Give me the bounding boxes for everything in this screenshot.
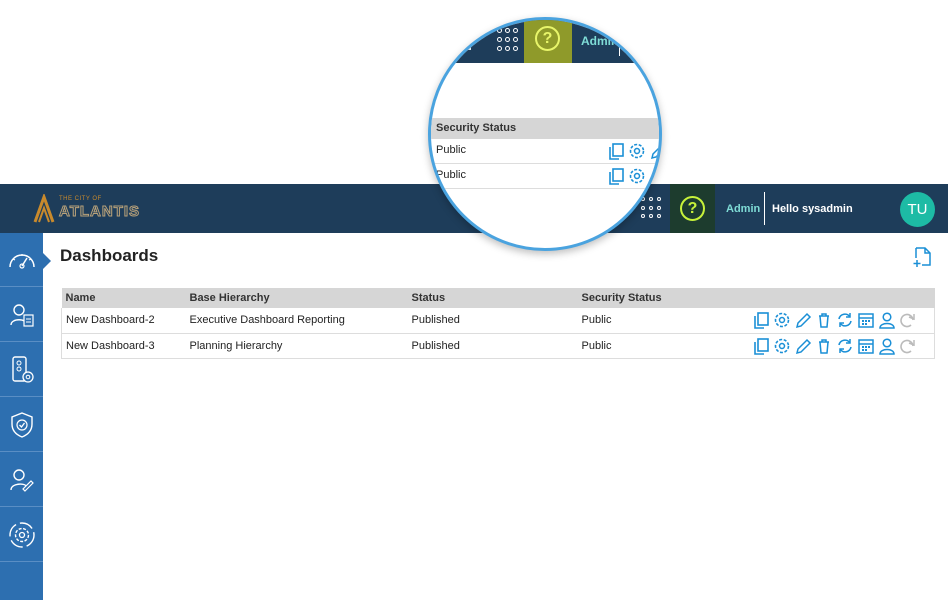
cell-actions [747,333,935,359]
shield-check-icon [10,411,33,438]
magnified-row: Public [431,164,659,189]
column-header-name[interactable]: Name [61,288,186,308]
copy-icon [607,167,625,185]
user-edit-icon [9,468,34,492]
column-header-status[interactable]: Status [407,288,578,308]
user-icon[interactable] [878,311,896,329]
copy-icon[interactable] [752,337,770,355]
magnified-row: Public [431,139,659,164]
avatar[interactable]: TU [900,192,935,227]
header-divider [764,192,765,225]
cell-status: Published [407,333,578,359]
column-header-actions [747,288,935,308]
copy-icon [607,142,625,160]
cell-name: New Dashboard-2 [61,308,186,334]
cell-security-status: Public [577,308,748,334]
magnified-help-button: ? [524,20,572,63]
user-icon[interactable] [878,337,896,355]
new-dashboard-button[interactable] [911,246,933,273]
copy-icon[interactable] [752,311,770,330]
magnified-column-header: Security Status [431,118,659,139]
redo-icon[interactable] [899,311,917,329]
refresh-icon[interactable] [836,311,854,329]
cell-actions [747,308,935,334]
cell-status: Published [407,308,578,334]
sidebar-item-devices[interactable] [0,343,43,397]
delete-icon[interactable] [815,337,833,355]
speedometer-icon [8,253,35,269]
city-logo[interactable]: THE CITY OF ATLANTIS [32,192,142,226]
magnifier-callout: ? Admin Security Status Public Public [428,17,662,251]
active-indicator [43,253,51,269]
device-settings-icon [11,355,34,383]
calendar-icon[interactable] [857,337,875,355]
apps-grid-icon[interactable] [641,197,663,219]
column-header-security-status[interactable]: Security Status [577,288,748,308]
window-icon [459,34,471,50]
edit-icon[interactable] [794,311,812,329]
delete-icon[interactable] [815,311,833,329]
sidebar [0,233,51,600]
cell-base-hierarchy: Planning Hierarchy [185,333,408,359]
logo-a-icon [33,194,55,223]
redo-icon[interactable] [899,337,917,355]
admin-link[interactable]: Admin [726,203,760,215]
column-header-base-hierarchy[interactable]: Base Hierarchy [185,288,408,308]
settings-icon [628,167,646,185]
help-icon: ? [680,196,705,221]
sidebar-item-user-edit[interactable] [0,453,43,507]
sidebar-item-users[interactable] [0,288,43,342]
table-row[interactable]: New Dashboard-3 Planning Hierarchy Publi… [61,333,935,359]
apps-grid-icon [497,28,521,52]
settings-icon[interactable] [773,311,791,329]
magnified-cell: Public [436,144,466,156]
cell-name: New Dashboard-3 [61,333,186,359]
user-list-icon [9,303,34,327]
cell-security-status: Public [577,333,748,359]
settings-icon [628,142,646,160]
user-greeting[interactable]: Hello sysadmin [772,203,853,215]
settings-gear-icon [8,521,35,548]
refresh-icon[interactable] [836,337,854,355]
sidebar-item-security[interactable] [0,398,43,452]
sidebar-item-settings[interactable] [0,508,43,562]
logo-subtitle: THE CITY OF [59,196,102,202]
edit-icon [649,142,659,160]
edit-icon[interactable] [794,337,812,355]
dashboards-table: Name Base Hierarchy Status Security Stat… [61,288,935,359]
sidebar-item-dashboards[interactable] [0,233,43,287]
magnified-admin-label: Admin [581,34,619,48]
page-title: Dashboards [60,246,159,265]
calendar-icon[interactable] [857,311,875,329]
settings-icon[interactable] [773,337,791,355]
add-file-icon [913,247,931,267]
table-row[interactable]: New Dashboard-2 Executive Dashboard Repo… [61,308,935,334]
cell-base-hierarchy: Executive Dashboard Reporting [185,308,408,334]
header-divider [619,34,620,56]
table-header-row: Name Base Hierarchy Status Security Stat… [61,288,935,308]
edit-icon [649,167,659,185]
magnified-cell: Public [436,169,466,181]
help-button[interactable]: ? [670,184,715,233]
help-icon: ? [535,26,560,51]
logo-wordmark: ATLANTIS [58,203,141,221]
magnified-nav-bar: ? Admin [431,20,659,63]
